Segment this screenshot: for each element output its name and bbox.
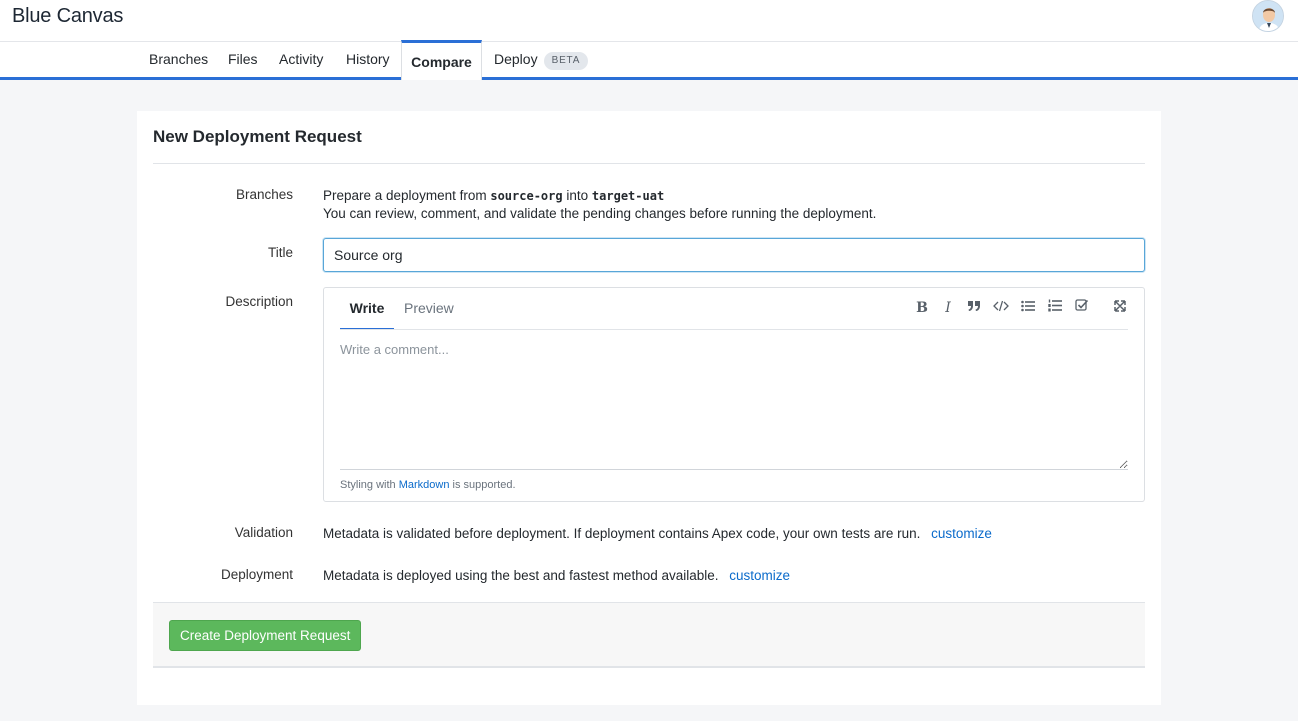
branches-label: Branches xyxy=(235,187,293,202)
tab-branches[interactable]: Branches xyxy=(149,42,208,77)
markdown-hint-suffix: is supported. xyxy=(452,479,516,491)
source-branch: source-org xyxy=(490,189,563,203)
title-label: Title xyxy=(267,245,293,260)
deployment-label: Deployment xyxy=(220,567,293,582)
bold-icon[interactable]: B xyxy=(912,298,932,318)
tab-activity[interactable]: Activity xyxy=(279,42,323,77)
avatar-image xyxy=(1253,1,1283,31)
title-input[interactable] xyxy=(323,238,1145,272)
editor-tab-divider xyxy=(340,329,1128,330)
form-footer: Create Deployment Request xyxy=(153,602,1145,668)
description-label: Description xyxy=(225,294,293,309)
italic-icon[interactable]: I xyxy=(938,298,958,318)
tab-history[interactable]: History xyxy=(346,42,390,77)
branches-summary: Prepare a deployment from source-org int… xyxy=(323,187,664,205)
branches-note: You can review, comment, and validate th… xyxy=(323,206,877,221)
fullscreen-icon[interactable] xyxy=(1110,298,1130,318)
repo-tab-bar: Branches Files Activity History Compare … xyxy=(0,40,1298,80)
task-list-icon[interactable] xyxy=(1072,298,1092,318)
markdown-hint: Styling with Markdown is supported. xyxy=(340,479,516,491)
deployment-row: Metadata is deployed using the best and … xyxy=(323,567,790,585)
quote-icon[interactable] xyxy=(964,298,984,318)
numbered-list-icon[interactable] xyxy=(1045,298,1065,318)
beta-badge: BETA xyxy=(543,52,589,70)
title-divider xyxy=(153,163,1145,164)
tab-preview[interactable]: Preview xyxy=(404,288,454,330)
top-bar: Blue Canvas xyxy=(0,0,1298,42)
bulleted-list-icon[interactable] xyxy=(1018,298,1038,318)
tab-deploy-label: Deploy xyxy=(494,51,538,67)
create-deployment-request-button[interactable]: Create Deployment Request xyxy=(169,620,362,651)
markdown-link[interactable]: Markdown xyxy=(399,479,450,491)
tab-write[interactable]: Write xyxy=(340,288,394,330)
validation-label: Validation xyxy=(234,525,293,540)
validation-text: Metadata is validated before deployment.… xyxy=(323,526,921,541)
deployment-customize-link[interactable]: customize xyxy=(729,568,790,583)
deployment-request-card: New Deployment Request Branches Prepare … xyxy=(137,111,1161,705)
description-textarea[interactable] xyxy=(340,336,1128,470)
tab-files[interactable]: Files xyxy=(228,42,258,77)
branches-joiner: into xyxy=(566,188,589,203)
description-editor: Write Preview B I Styling with Markdown … xyxy=(323,287,1145,502)
branches-prefix: Prepare a deployment from xyxy=(323,188,487,203)
deployment-text: Metadata is deployed using the best and … xyxy=(323,568,719,583)
tab-deploy[interactable]: Deploy BETA xyxy=(494,42,589,77)
markdown-hint-prefix: Styling with xyxy=(340,479,396,491)
tab-compare[interactable]: Compare xyxy=(401,40,482,80)
app-title[interactable]: Blue Canvas xyxy=(12,5,123,28)
validation-row: Metadata is validated before deployment.… xyxy=(323,525,992,543)
validation-customize-link[interactable]: customize xyxy=(931,526,992,541)
user-avatar[interactable] xyxy=(1252,0,1284,32)
page-title: New Deployment Request xyxy=(153,127,362,146)
target-branch: target-uat xyxy=(591,189,665,203)
code-icon[interactable] xyxy=(991,298,1011,318)
